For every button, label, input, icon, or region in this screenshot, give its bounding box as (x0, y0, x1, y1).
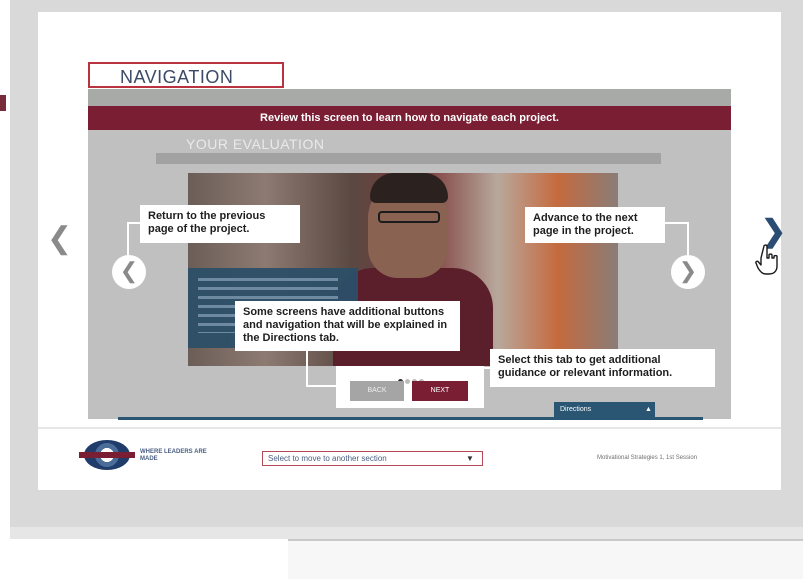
previous-page-button[interactable]: ❮ (112, 255, 146, 289)
chevron-right-icon: ❯ (678, 258, 698, 283)
callout-connector (127, 222, 129, 256)
background-window (288, 539, 803, 579)
callout-connector (687, 222, 689, 256)
footer-divider (38, 427, 781, 429)
section-select[interactable]: Select to move to another section (262, 451, 483, 466)
evaluation-title: YOUR EVALUATION (186, 136, 325, 152)
callout-next: Advance to the next page in the project. (525, 207, 665, 243)
edge-previous-arrow[interactable]: ❮ (47, 221, 72, 256)
page-dot[interactable] (405, 379, 410, 384)
window-shadow (10, 527, 803, 539)
callout-directions-tab: Select this tab to get additional guidan… (490, 349, 715, 387)
directions-tab[interactable]: Directions (554, 402, 655, 418)
callout-previous: Return to the previous page of the proje… (140, 205, 300, 243)
evaluation-title-bar (156, 153, 661, 164)
next-page-button[interactable]: ❯ (671, 255, 705, 289)
chevron-down-icon: ▼ (466, 454, 474, 463)
callout-additional-navigation: Some screens have additional buttons and… (235, 301, 460, 351)
callout-connector (306, 351, 308, 387)
back-button[interactable]: BACK (350, 381, 404, 401)
instruction-banner: Review this screen to learn how to navig… (88, 106, 731, 130)
photo-person-hair (370, 173, 448, 203)
course-name: Motivational Strategies 1, 1st Session (597, 455, 698, 461)
slide-top-strip (88, 89, 731, 106)
next-button[interactable]: NEXT (412, 381, 468, 401)
hand-pointer-icon (755, 244, 778, 275)
page-dots (398, 371, 428, 384)
page-title: NAVIGATION (88, 62, 284, 88)
callout-connector (665, 222, 687, 224)
chevron-up-icon: ▲ (645, 406, 652, 413)
logo-tagline: WHERE LEADERS ARE MADE (140, 449, 207, 462)
chevron-left-icon: ❮ (119, 258, 139, 283)
background-edge-mark (0, 95, 6, 111)
photo-person-glasses (378, 211, 440, 223)
logo-banner (79, 452, 135, 458)
